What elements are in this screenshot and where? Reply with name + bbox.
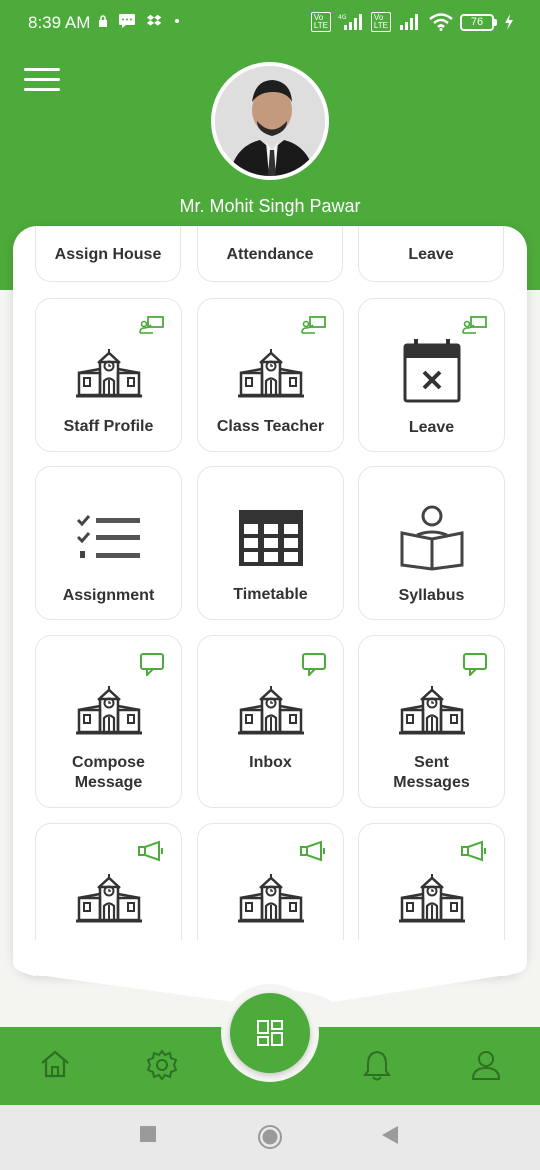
svg-text:4G: 4G: [338, 14, 347, 21]
teacher-board-icon: [139, 316, 164, 334]
volte-icon: Vo LTE: [310, 12, 331, 32]
leave-top-tile[interactable]: Leave: [358, 226, 504, 282]
tile-label: Leave: [408, 246, 454, 263]
timetable-tile[interactable]: Timetable: [197, 466, 344, 620]
avatar[interactable]: [211, 62, 329, 180]
megaphone-icon: [461, 840, 486, 862]
chat-bubble-icon: [463, 653, 487, 676]
tile-label: Assignment: [62, 587, 155, 604]
tile-label-line1: Sent: [414, 754, 449, 771]
status-time: 8:39 AM: [28, 13, 91, 32]
signal-icon: 4G: [338, 14, 362, 30]
calendar-cross-icon: [403, 339, 460, 403]
dropbox-icon: [146, 14, 162, 26]
tile-label-line2: Messages: [393, 774, 470, 791]
charging-icon: [505, 14, 513, 30]
tile-label: Staff Profile: [63, 418, 154, 435]
menu-card: Assign House Attendance Leave Staff Prof…: [13, 226, 527, 976]
bell-icon[interactable]: [362, 1049, 392, 1081]
school-building-icon: [398, 686, 465, 735]
tile-label-line1: Compose: [72, 754, 145, 771]
volte-icon-2: Vo LTE: [370, 12, 391, 32]
top-row: Assign House Attendance Leave: [13, 226, 527, 284]
home-circle-icon[interactable]: [257, 1124, 283, 1150]
compose-message-tile[interactable]: Compose Message: [35, 635, 182, 808]
tile-label: Compose Message: [36, 753, 181, 793]
wifi-icon: [429, 13, 453, 31]
tile-label: Attendance: [226, 246, 314, 263]
leave-tile[interactable]: Leave: [358, 298, 505, 452]
school-building-icon: [237, 349, 304, 398]
tile-label: Leave: [408, 419, 455, 436]
lock-icon: [99, 15, 107, 27]
school-building-icon: [75, 349, 142, 398]
battery-indicator: 76: [460, 13, 497, 31]
megaphone-icon: [300, 840, 325, 862]
dashboard-button[interactable]: [230, 993, 310, 1073]
school-building-icon: [75, 686, 142, 735]
school-building-icon: [237, 874, 304, 923]
tile-label: Inbox: [249, 754, 292, 771]
dashboard-icon: [257, 1020, 283, 1046]
chat-bubble-icon: [140, 653, 164, 676]
tile-label: Syllabus: [398, 587, 465, 604]
status-bar: 8:39 AM Vo LTE 4G Vo LTE 76: [0, 0, 540, 48]
user-photo: [215, 66, 325, 176]
tile-label-line2: Message: [74, 774, 143, 791]
recents-icon[interactable]: [139, 1125, 157, 1143]
tile-label: Assign House: [54, 246, 162, 263]
settings-icon[interactable]: [146, 1049, 178, 1081]
attendance-tile[interactable]: Attendance: [197, 226, 343, 282]
tile-label: Timetable: [233, 586, 308, 603]
signal-icon-2: [400, 14, 418, 30]
class-teacher-tile[interactable]: Class Teacher: [197, 298, 344, 452]
status-right: Vo LTE 4G Vo LTE 76: [310, 12, 514, 32]
back-icon[interactable]: [381, 1125, 399, 1145]
school-building-icon: [75, 874, 142, 923]
home-icon[interactable]: [39, 1049, 71, 1079]
teacher-board-icon: [462, 316, 487, 334]
reader-book-icon: [400, 505, 463, 571]
school-building-icon: [237, 686, 304, 735]
user-name: Mr. Mohit Singh Pawar: [179, 196, 361, 216]
battery-level: 76: [460, 13, 494, 31]
assignment-tile[interactable]: Assignment: [35, 466, 182, 620]
tile-label: Class Teacher: [216, 418, 325, 435]
checklist-icon: [76, 515, 140, 558]
school-building-icon: [398, 874, 465, 923]
syllabus-tile[interactable]: Syllabus: [358, 466, 505, 620]
message-icon: [119, 14, 135, 28]
tile-label: Sent Messages: [359, 753, 504, 793]
battery-tip: [494, 18, 497, 26]
status-left-icons: [98, 13, 182, 29]
megaphone-icon: [138, 840, 163, 862]
assign-house-tile[interactable]: Assign House: [35, 226, 181, 282]
staff-profile-tile[interactable]: Staff Profile: [35, 298, 182, 452]
hamburger-icon[interactable]: [24, 68, 60, 94]
dot-icon: [175, 19, 179, 23]
sent-messages-tile[interactable]: Sent Messages: [358, 635, 505, 808]
inbox-tile[interactable]: Inbox: [197, 635, 344, 808]
teacher-board-icon: [301, 316, 326, 334]
grid-table-icon: [238, 510, 303, 566]
chat-bubble-icon: [302, 653, 326, 676]
profile-icon[interactable]: [471, 1049, 501, 1081]
android-nav-bar: [0, 1105, 540, 1170]
